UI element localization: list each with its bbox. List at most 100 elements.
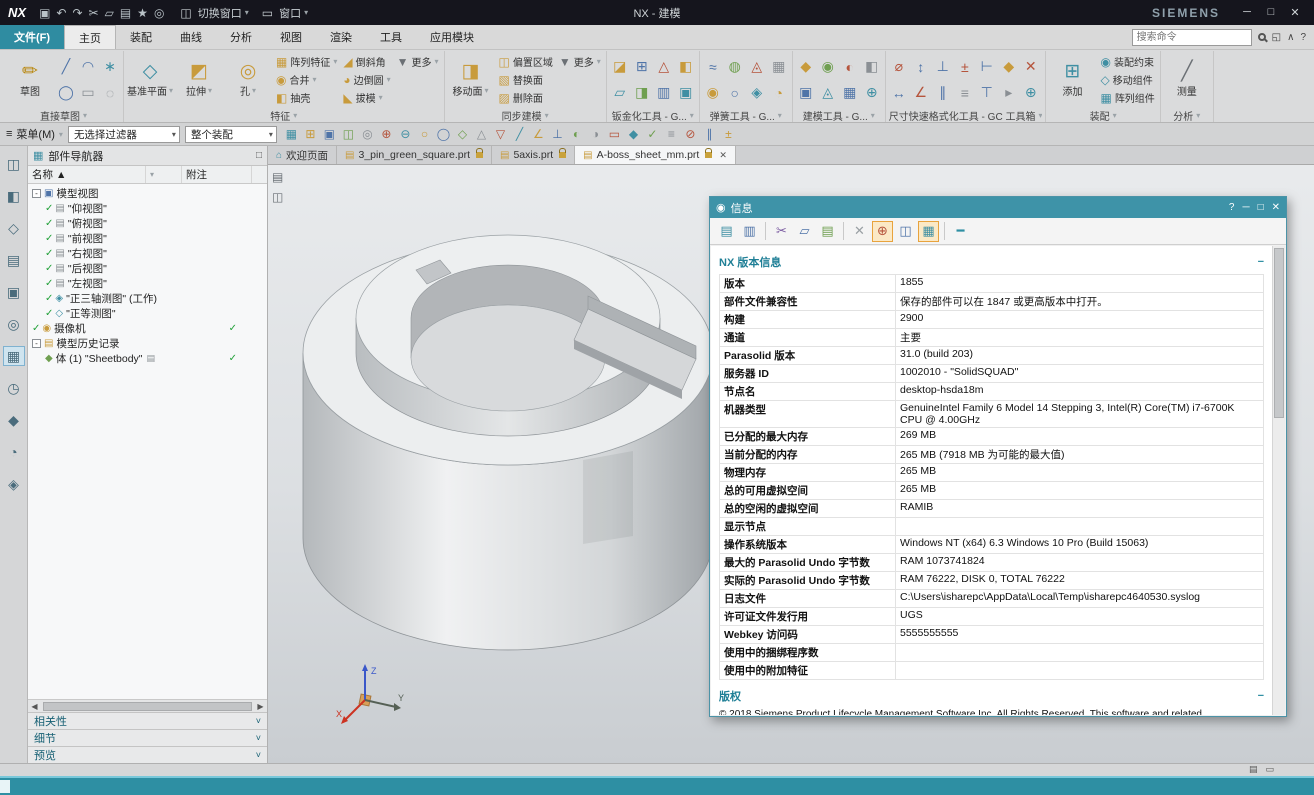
- move-face-button[interactable]: ◨移动面▾: [448, 62, 494, 98]
- tab-file[interactable]: 文件(F): [0, 25, 64, 49]
- node-view-front[interactable]: ✓▤"前视图": [28, 231, 267, 246]
- selection-bar-icon[interactable]: ±: [719, 127, 738, 141]
- info-dialog-titlebar[interactable]: ◉ 信息 ?─□✕: [710, 197, 1286, 218]
- help-icon[interactable]: ?: [1300, 32, 1306, 43]
- ribbon-tool-icon[interactable]: ○: [725, 85, 745, 101]
- selection-bar-icon[interactable]: ∠: [529, 127, 548, 141]
- ribbon-tool-icon[interactable]: ◬: [747, 58, 767, 75]
- expander-icon[interactable]: -: [32, 189, 41, 198]
- node-view-right[interactable]: ✓▤"右视图": [28, 246, 267, 261]
- dialog-minimize-button[interactable]: ─: [1242, 202, 1249, 213]
- selection-bar-icon[interactable]: ○: [415, 127, 434, 141]
- copy-icon[interactable]: ▱: [794, 221, 815, 242]
- add-component-button[interactable]: ⊞添加: [1049, 62, 1095, 98]
- selection-bar-icon[interactable]: ▽: [491, 127, 510, 141]
- node-view-trimetric[interactable]: ✓◈"正三轴测图" (工作): [28, 291, 267, 306]
- constraint-navigator-icon[interactable]: ◧: [3, 186, 25, 206]
- ribbon-tool-icon[interactable]: ◉: [818, 58, 838, 75]
- ribbon-tool-icon[interactable]: ◨: [632, 84, 652, 101]
- delete-icon[interactable]: ✕: [849, 221, 870, 242]
- export-icon[interactable]: ▤: [716, 221, 737, 242]
- selection-bar-icon[interactable]: ◯: [434, 127, 453, 141]
- compare-icon[interactable]: ◫: [895, 221, 916, 242]
- ribbon-tool-icon[interactable]: ▣: [676, 84, 696, 101]
- ribbon-tool-icon[interactable]: ◪: [610, 58, 630, 75]
- selection-bar-icon[interactable]: ◫: [339, 127, 358, 141]
- selection-bar-icon[interactable]: ⊖: [396, 127, 415, 141]
- ribbon-tool-icon[interactable]: ◌: [100, 85, 120, 101]
- more-button[interactable]: ▼更多▾: [395, 54, 441, 69]
- selection-bar-icon[interactable]: ▣: [320, 127, 339, 141]
- ribbon-tool-icon[interactable]: ◆: [796, 58, 816, 75]
- minimize-button[interactable]: ─: [1236, 6, 1258, 19]
- favorites-icon[interactable]: ★: [137, 6, 148, 20]
- tab-view[interactable]: 视图: [266, 25, 316, 49]
- collapse-section-icon[interactable]: −: [1258, 256, 1264, 268]
- pattern-feature-button[interactable]: ▦阵列特征▾: [274, 54, 339, 69]
- ribbon-tool-icon[interactable]: ◠: [78, 58, 98, 75]
- tab-assemblies[interactable]: 装配: [116, 25, 166, 49]
- tab-curve[interactable]: 曲线: [166, 25, 216, 49]
- node-cameras[interactable]: ✓◉摄像机✓: [28, 321, 267, 336]
- switch-window-button[interactable]: ◫切换窗口▾: [177, 5, 248, 21]
- assembly-constraints-button[interactable]: ◉装配约束: [1098, 54, 1156, 69]
- command-search-input[interactable]: [1132, 29, 1252, 46]
- search-icon[interactable]: [1258, 33, 1266, 41]
- measure-button[interactable]: ╱测量: [1164, 62, 1210, 98]
- node-model-history[interactable]: -▤模型历史记录: [28, 336, 267, 351]
- scroll-right-icon[interactable]: ▶: [254, 702, 267, 711]
- ribbon-tool-icon[interactable]: ◧: [676, 58, 696, 75]
- delete-face-button[interactable]: ▨删除面: [497, 90, 555, 105]
- print-icon[interactable]: ▥: [739, 221, 760, 242]
- tab-application[interactable]: 应用模块: [416, 25, 488, 49]
- ribbon-tool-icon[interactable]: ⊢: [977, 58, 997, 75]
- minimize-ribbon-icon[interactable]: ∧: [1287, 32, 1294, 43]
- more-synchronous-button[interactable]: ▼更多▾: [557, 54, 603, 69]
- ribbon-tool-icon[interactable]: ◈: [747, 84, 767, 101]
- navigator-hscrollbar[interactable]: ◀ ▶: [28, 699, 267, 712]
- ribbon-tool-icon[interactable]: ▸: [999, 84, 1019, 101]
- redo-icon[interactable]: ↷: [72, 6, 82, 20]
- part-navigator-icon[interactable]: ▦: [3, 346, 25, 366]
- ribbon-tool-icon[interactable]: ↕: [911, 59, 931, 75]
- selection-bar-icon[interactable]: ⊞: [301, 127, 320, 141]
- ribbon-tool-icon[interactable]: ⊥: [933, 58, 953, 75]
- ribbon-tool-icon[interactable]: ◐: [840, 59, 860, 75]
- node-view-isometric[interactable]: ✓◇"正等测图": [28, 306, 267, 321]
- node-view-top[interactable]: ✓▤"俯视图": [28, 216, 267, 231]
- undo-icon[interactable]: ↶: [56, 6, 66, 20]
- tab-render[interactable]: 渲染: [316, 25, 366, 49]
- maximize-button[interactable]: □: [1260, 6, 1282, 19]
- cut-icon[interactable]: ✂: [771, 221, 792, 242]
- panel-dependencies[interactable]: 相关性˅: [28, 712, 267, 729]
- selection-bar-icon[interactable]: ⊕: [377, 127, 396, 141]
- tab-home[interactable]: 主页: [64, 25, 116, 49]
- panel-details[interactable]: 细节˅: [28, 729, 267, 746]
- node-body-1[interactable]: ◆体 (1) "Sheetbody"▤✓: [28, 351, 267, 366]
- save-icon[interactable]: ▣: [39, 6, 50, 20]
- touch-mode-icon[interactable]: ◈: [3, 474, 25, 494]
- node-view-bottom[interactable]: ✓▤"仰视图": [28, 201, 267, 216]
- tab-analysis[interactable]: 分析: [216, 25, 266, 49]
- node-view-back[interactable]: ✓▤"后视图": [28, 261, 267, 276]
- selection-bar-icon[interactable]: ⊥: [548, 127, 567, 141]
- paste-icon[interactable]: ▤: [120, 6, 131, 20]
- selection-bar-icon[interactable]: ≡: [662, 127, 681, 141]
- selection-bar-icon[interactable]: ◑: [586, 127, 605, 141]
- collapse-all-icon[interactable]: ━: [950, 221, 971, 242]
- ribbon-tool-icon[interactable]: ◧: [862, 58, 882, 75]
- report-icon[interactable]: ▦: [918, 221, 939, 242]
- ribbon-tool-icon[interactable]: ≈: [703, 59, 723, 75]
- selection-bar-icon[interactable]: ✓: [643, 127, 662, 141]
- find-icon[interactable]: ⊕: [872, 221, 893, 242]
- clipboard-icon[interactable]: ▤: [272, 170, 283, 184]
- assembly-navigator-icon[interactable]: ◫: [3, 154, 25, 174]
- ribbon-tool-icon[interactable]: ⊕: [1021, 84, 1041, 101]
- chamfer-button[interactable]: ◢倒斜角: [341, 54, 392, 69]
- command-finder-icon[interactable]: ◎: [154, 6, 164, 20]
- paste-icon[interactable]: ▤: [817, 221, 838, 242]
- pattern-component-button[interactable]: ▦阵列组件: [1098, 90, 1156, 105]
- orientation-triad[interactable]: Z X Y: [334, 661, 414, 731]
- ribbon-tool-icon[interactable]: ◬: [818, 84, 838, 101]
- selection-bar-icon[interactable]: ⊘: [681, 127, 700, 141]
